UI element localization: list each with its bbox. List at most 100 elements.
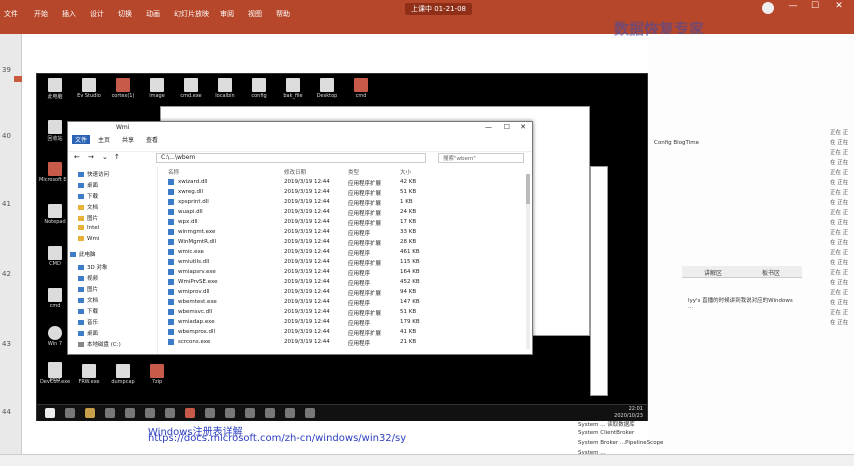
tab-home[interactable]: 开始 xyxy=(34,9,48,19)
menu-home[interactable]: 主页 xyxy=(98,135,110,144)
taskbar-app-icon[interactable] xyxy=(165,408,175,418)
slide-thumbnail-strip[interactable]: 39 40 41 42 43 44 xyxy=(0,34,22,454)
file-row[interactable]: winmgmt.exe 2019/3/19 12:44 应用程序 33 KB xyxy=(168,229,418,237)
file-row[interactable]: wmiprov.dll 2019/3/19 12:44 应用程序扩展 94 KB xyxy=(168,289,418,297)
taskbar-app-icon[interactable] xyxy=(265,408,275,418)
menu-share[interactable]: 共享 xyxy=(122,135,134,144)
nav-item[interactable]: 文档 xyxy=(78,296,98,304)
desktop-icon[interactable]: 此电脑 xyxy=(39,76,71,104)
tab-animations[interactable]: 动画 xyxy=(146,9,160,19)
tab-design[interactable]: 设计 xyxy=(90,9,104,19)
close-icon[interactable]: ✕ xyxy=(830,1,848,11)
tab-lecture[interactable]: 讲解区 xyxy=(704,268,722,277)
maximize-icon[interactable]: ☐ xyxy=(806,1,824,11)
nav-item[interactable]: 桌面 xyxy=(78,329,98,337)
nav-item[interactable]: Wmi xyxy=(78,236,99,242)
taskbar-app-icon[interactable] xyxy=(225,408,235,418)
column-type[interactable]: 类型 xyxy=(348,168,359,176)
desktop-icon[interactable]: bak_file xyxy=(277,76,309,104)
file-row[interactable]: wmic.exe 2019/3/19 12:44 应用程序 461 KB xyxy=(168,249,420,257)
search-icon[interactable] xyxy=(65,408,75,418)
slide-thumbnail[interactable] xyxy=(14,76,22,82)
chevron-down-icon[interactable]: ⌄ xyxy=(102,153,108,161)
taskbar-app-icon[interactable] xyxy=(205,408,215,418)
nav-item[interactable]: 下载 xyxy=(78,192,98,200)
nav-item[interactable]: 快速访问 xyxy=(78,170,109,178)
file-explorer-window[interactable]: Wmi — ☐ ✕ 文件 主页 共享 查看 ← → ⌄ ↑ C:\...\wbe… xyxy=(67,121,533,355)
close-icon[interactable]: ✕ xyxy=(520,123,526,131)
background-window[interactable] xyxy=(590,166,608,396)
slide-number[interactable]: 44 xyxy=(2,408,11,416)
desktop-icon[interactable]: cmd.exe xyxy=(175,76,207,104)
tab-board[interactable]: 板书区 xyxy=(762,268,780,277)
column-date[interactable]: 修改日期 xyxy=(284,168,306,176)
file-row[interactable]: wmiadap.exe 2019/3/19 12:44 应用程序 179 KB xyxy=(168,319,420,327)
nav-item[interactable]: 音乐 xyxy=(78,318,98,326)
slide-notes[interactable]: Windows注册表详解 https://docs.microsoft.com/… xyxy=(142,423,650,453)
file-row[interactable]: wmiapsrv.exe 2019/3/19 12:44 应用程序 164 KB xyxy=(168,269,420,277)
nav-item[interactable]: 3D 对象 xyxy=(78,263,107,271)
desktop-icon[interactable]: DevCon.exe xyxy=(39,362,71,390)
avatar[interactable] xyxy=(762,2,774,14)
desktop-icon[interactable]: cortex(1) xyxy=(107,76,139,104)
file-row[interactable]: xpsprint.dll 2019/3/19 12:44 应用程序扩展 1 KB xyxy=(168,199,418,207)
desktop-icon[interactable]: dumpcap xyxy=(107,362,139,390)
maximize-icon[interactable]: ☐ xyxy=(504,123,510,131)
taskbar-app-icon[interactable] xyxy=(245,408,255,418)
nav-item[interactable]: 本地磁盘 (C:) xyxy=(78,340,121,348)
tab-file[interactable]: 文件 xyxy=(4,9,18,19)
taskbar-app-icon[interactable] xyxy=(145,408,155,418)
slide-number[interactable]: 43 xyxy=(2,340,11,348)
nav-item[interactable]: 视频 xyxy=(78,274,98,282)
nav-item[interactable]: 下载 xyxy=(78,307,98,315)
slide-number[interactable]: 39 xyxy=(2,66,11,74)
desktop-icon[interactable]: FRW.exe xyxy=(73,362,105,390)
taskbar-app-icon[interactable] xyxy=(105,408,115,418)
column-size[interactable]: 大小 xyxy=(400,168,411,176)
column-name[interactable]: 名称 xyxy=(168,168,179,176)
file-row[interactable]: xwreg.dll 2019/3/19 12:44 应用程序扩展 51 KB xyxy=(168,189,418,197)
scrollbar[interactable] xyxy=(526,174,530,349)
taskbar-app-icon[interactable] xyxy=(285,408,295,418)
file-row[interactable]: wbemtest.exe 2019/3/19 12:44 应用程序 147 KB xyxy=(168,299,420,307)
desktop-icon[interactable]: Desktop xyxy=(311,76,343,104)
file-row[interactable]: scrcons.exe 2019/3/19 12:44 应用程序 21 KB xyxy=(168,339,418,347)
taskbar-app-icon[interactable] xyxy=(85,408,95,418)
forward-icon[interactable]: → xyxy=(88,153,94,161)
nav-item[interactable]: 文档 xyxy=(78,203,98,211)
start-icon[interactable] xyxy=(45,408,55,418)
back-icon[interactable]: ← xyxy=(74,153,80,161)
taskbar-app-icon[interactable] xyxy=(305,408,315,418)
desktop-icon[interactable]: localbin xyxy=(209,76,241,104)
file-row[interactable]: WinMgmtR.dll 2019/3/19 12:44 应用程序扩展 28 KB xyxy=(168,239,418,247)
tab-review[interactable]: 审阅 xyxy=(220,9,234,19)
slide-number[interactable]: 41 xyxy=(2,200,11,208)
explorer-titlebar[interactable]: Wmi — ☐ ✕ xyxy=(68,122,532,133)
tab-help[interactable]: 帮助 xyxy=(276,9,290,19)
search-input[interactable]: 搜索"wbem" xyxy=(438,153,524,163)
menu-view[interactable]: 查看 xyxy=(146,135,158,144)
minimize-icon[interactable]: — xyxy=(784,1,802,11)
desktop-icon[interactable]: config xyxy=(243,76,275,104)
desktop-icon[interactable]: image xyxy=(141,76,173,104)
taskbar-app-icon[interactable] xyxy=(185,408,195,418)
tab-slideshow[interactable]: 幻灯片放映 xyxy=(174,9,209,19)
file-row[interactable]: xwizard.dll 2019/3/19 12:44 应用程序扩展 42 KB xyxy=(168,179,418,187)
nav-item[interactable]: 此电脑 xyxy=(70,250,96,258)
menu-file[interactable]: 文件 xyxy=(72,135,91,144)
desktop-icon[interactable]: cmd xyxy=(345,76,377,104)
minimize-icon[interactable]: — xyxy=(485,123,492,131)
file-row[interactable]: wmiutils.dll 2019/3/19 12:44 应用程序扩展 115 KB xyxy=(168,259,420,267)
nav-item[interactable]: Intel xyxy=(78,225,99,231)
slide-number[interactable]: 42 xyxy=(2,270,11,278)
file-row[interactable]: WmiPrvSE.exe 2019/3/19 12:44 应用程序 452 KB xyxy=(168,279,420,287)
tab-view[interactable]: 视图 xyxy=(248,9,262,19)
address-input[interactable]: C:\...\wbem xyxy=(156,153,426,163)
scrollbar-thumb[interactable] xyxy=(526,174,530,204)
nav-item[interactable]: 图片 xyxy=(78,285,98,293)
desktop-icon[interactable]: 7zip xyxy=(141,362,173,390)
desktop-icon[interactable]: Ev Studio xyxy=(73,76,105,104)
file-row[interactable]: wpx.dll 2019/3/19 12:44 应用程序扩展 17 KB xyxy=(168,219,418,227)
taskbar-clock[interactable]: 22:01 2020/10/23 xyxy=(614,406,643,420)
nav-item[interactable]: 图片 xyxy=(78,214,98,222)
